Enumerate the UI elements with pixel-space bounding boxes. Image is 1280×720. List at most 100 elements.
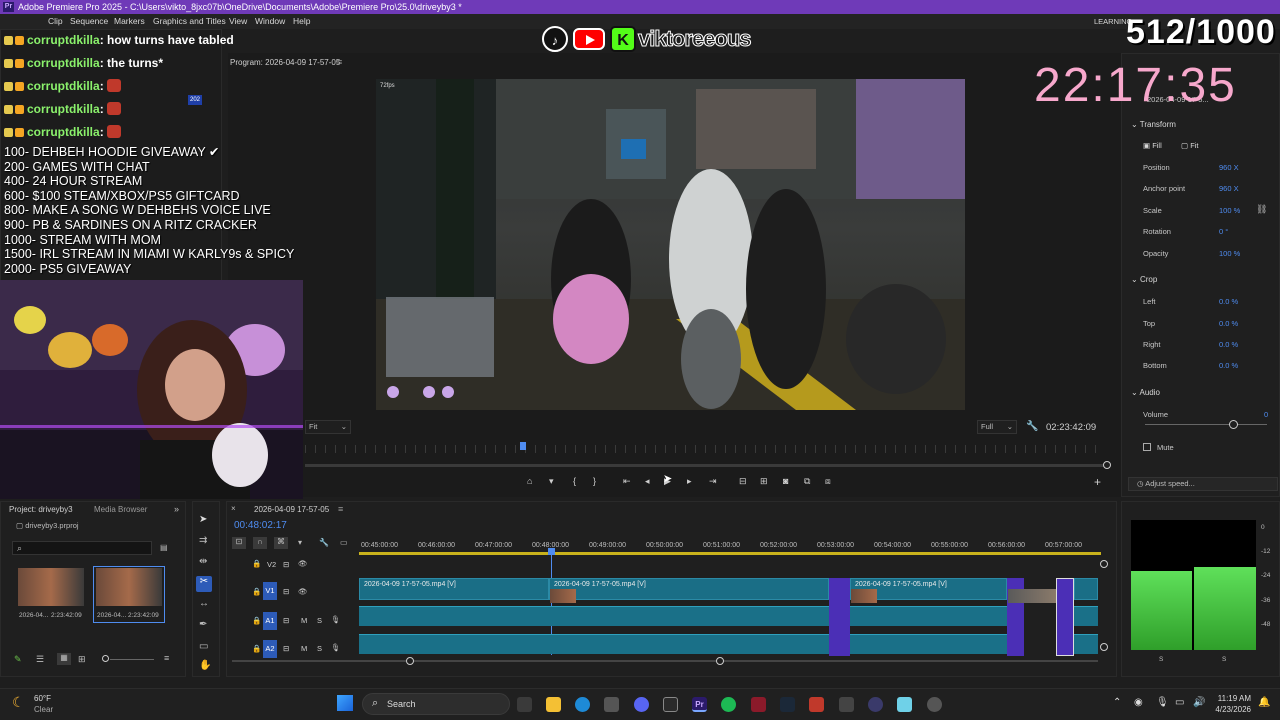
track-v1-label[interactable]: V1 — [263, 582, 277, 600]
work-area-bar[interactable] — [359, 552, 1101, 555]
prop-position-value[interactable]: 960 X — [1219, 163, 1239, 172]
track-a1-label[interactable]: A1 — [263, 612, 277, 630]
edge-icon[interactable] — [575, 697, 590, 712]
lock-icon[interactable]: 🔒 — [252, 587, 261, 596]
timeline-playhead-handle[interactable] — [548, 548, 555, 555]
app-icon[interactable] — [868, 697, 883, 712]
vertical-scroll-handle[interactable] — [1100, 560, 1108, 568]
monitor-scrollbar[interactable] — [305, 464, 1105, 467]
razor-tool-icon[interactable]: ✂ — [196, 576, 212, 592]
file-explorer-icon[interactable] — [546, 697, 561, 712]
sync-lock-icon[interactable]: ⊟ — [283, 644, 289, 653]
lift-icon[interactable]: ⊟ — [739, 476, 747, 487]
fit-option[interactable]: ▢ Fit — [1181, 141, 1199, 150]
scrollbar-handle-right[interactable] — [716, 657, 724, 665]
zoom-slider-handle[interactable] — [102, 655, 109, 662]
hand-tool-icon[interactable]: ✋ — [199, 660, 211, 671]
prop-left-value[interactable]: 0.0 % — [1219, 297, 1238, 306]
menu-clip[interactable]: Clip — [48, 14, 63, 29]
lock-icon[interactable]: 🔒 — [252, 559, 261, 568]
mic-tray-icon[interactable]: 🎙 — [1156, 697, 1169, 708]
audio-clip-a2[interactable] — [850, 634, 1007, 654]
go-to-out-icon[interactable]: ⇥ — [709, 476, 717, 487]
mute-track-icon[interactable]: M — [301, 616, 307, 625]
playhead-timecode[interactable]: 00:48:02:17 — [234, 520, 287, 531]
video-clip[interactable] — [1074, 578, 1098, 600]
menu-sequence[interactable]: Sequence — [70, 14, 108, 29]
scrollbar-handle-left[interactable] — [406, 657, 414, 665]
audio-clip-a1[interactable] — [359, 606, 829, 626]
add-marker-icon[interactable]: ⌂ — [527, 476, 532, 486]
task-view-icon[interactable] — [517, 697, 532, 712]
freeform-view-icon[interactable]: ⊞ — [78, 654, 86, 665]
prop-bottom-value[interactable]: 0.0 % — [1219, 361, 1238, 370]
new-bin-icon[interactable]: ▤ — [160, 543, 168, 552]
resolution-dropdown[interactable]: Full ⌄ — [977, 420, 1017, 434]
app-icon[interactable] — [809, 697, 824, 712]
mic-icon[interactable]: 🎙 — [331, 643, 341, 652]
transform-section[interactable]: ⌄ Transform — [1131, 120, 1176, 129]
volume-value[interactable]: 0 — [1264, 410, 1268, 419]
compare-icon[interactable]: ⧉ — [804, 476, 810, 487]
panel-menu-icon[interactable]: ≡ — [338, 504, 343, 514]
prop-scale-value[interactable]: 100 % — [1219, 206, 1240, 215]
fill-option[interactable]: ▣ Fill — [1143, 141, 1162, 150]
taskbar-date[interactable]: 4/23/2026 — [1210, 705, 1251, 714]
snap-icon[interactable]: ∩ — [253, 537, 267, 549]
tab-project[interactable]: Project: driveyby3 — [9, 505, 73, 514]
app-icon[interactable] — [839, 697, 854, 712]
rectangle-tool-icon[interactable]: ▭ — [199, 641, 208, 652]
weather-temp[interactable]: 60°F — [34, 694, 51, 703]
chevron-up-icon[interactable]: ⌃ — [1113, 697, 1121, 708]
mark-in-icon[interactable]: { — [573, 476, 576, 486]
crop-section[interactable]: ⌄ Crop — [1131, 275, 1157, 284]
audio-clip-a2[interactable] — [1074, 634, 1098, 654]
menu-markers[interactable]: Markers — [114, 14, 145, 29]
menu-help[interactable]: Help — [293, 14, 310, 29]
volume-icon[interactable]: 🔊 — [1193, 697, 1205, 708]
list-view-icon[interactable]: ☰ — [36, 654, 44, 665]
prop-rotation-value[interactable]: 0 ° — [1219, 227, 1228, 236]
slip-tool-icon[interactable]: ↔ — [199, 598, 209, 609]
solo-right-label[interactable]: S — [1222, 656, 1226, 663]
audio-clip-a1[interactable] — [1074, 606, 1098, 626]
adjust-speed-button[interactable]: ◷ Adjust speed... — [1128, 477, 1278, 491]
pencil-icon[interactable]: ✎ — [14, 654, 22, 665]
prop-anchor-value[interactable]: 960 X — [1219, 184, 1239, 193]
media-thumbnail[interactable] — [18, 568, 84, 606]
clip-selected-marker[interactable] — [1056, 578, 1074, 656]
mute-track-icon[interactable]: M — [301, 644, 307, 653]
volume-slider-handle[interactable] — [1229, 420, 1238, 429]
timeline-scrollbar[interactable] — [232, 660, 1098, 662]
chevron-right-icon[interactable]: » — [174, 504, 179, 514]
extract-icon[interactable]: ⊞ — [760, 476, 768, 487]
acrobat-icon[interactable] — [751, 697, 766, 712]
multi-icon[interactable]: ⧈ — [825, 476, 831, 487]
scroll-handle[interactable] — [1103, 461, 1111, 469]
volume-slider-track[interactable] — [1145, 424, 1267, 425]
step-forward-icon[interactable]: ▸ — [687, 476, 692, 487]
solo-track-icon[interactable]: S — [317, 644, 322, 653]
icon-view-icon[interactable]: ▦ — [57, 653, 71, 665]
weather-moon-icon[interactable]: ☾ — [12, 694, 25, 711]
menu-view[interactable]: View — [229, 14, 247, 29]
track-select-icon[interactable]: ⇉ — [199, 535, 207, 546]
windows-start-icon[interactable] — [337, 695, 353, 711]
mark-out-icon[interactable]: } — [593, 476, 596, 486]
sync-lock-icon[interactable]: ⊟ — [283, 587, 289, 596]
step-back-icon[interactable]: ◂ — [645, 476, 650, 487]
settings-wrench-icon[interactable]: 🔧 — [319, 538, 329, 547]
mute-checkbox[interactable] — [1143, 443, 1151, 451]
media-thumbnail[interactable] — [96, 568, 162, 606]
network-icon[interactable]: ▭ — [1175, 697, 1184, 708]
solo-track-icon[interactable]: S — [317, 616, 322, 625]
premiere-taskbar-icon[interactable]: Pr — [692, 697, 707, 712]
menu-window[interactable]: Window — [255, 14, 285, 29]
prop-top-value[interactable]: 0.0 % — [1219, 319, 1238, 328]
link-icon[interactable]: ⛓ — [1256, 204, 1267, 215]
captions-icon[interactable]: ▭ — [340, 538, 348, 547]
menu-graphics[interactable]: Graphics and Titles — [153, 14, 226, 29]
lock-icon[interactable]: 🔒 — [252, 616, 261, 625]
pen-tool-icon[interactable]: ✒ — [199, 619, 207, 630]
add-marker-icon[interactable]: ▾ — [298, 538, 302, 547]
